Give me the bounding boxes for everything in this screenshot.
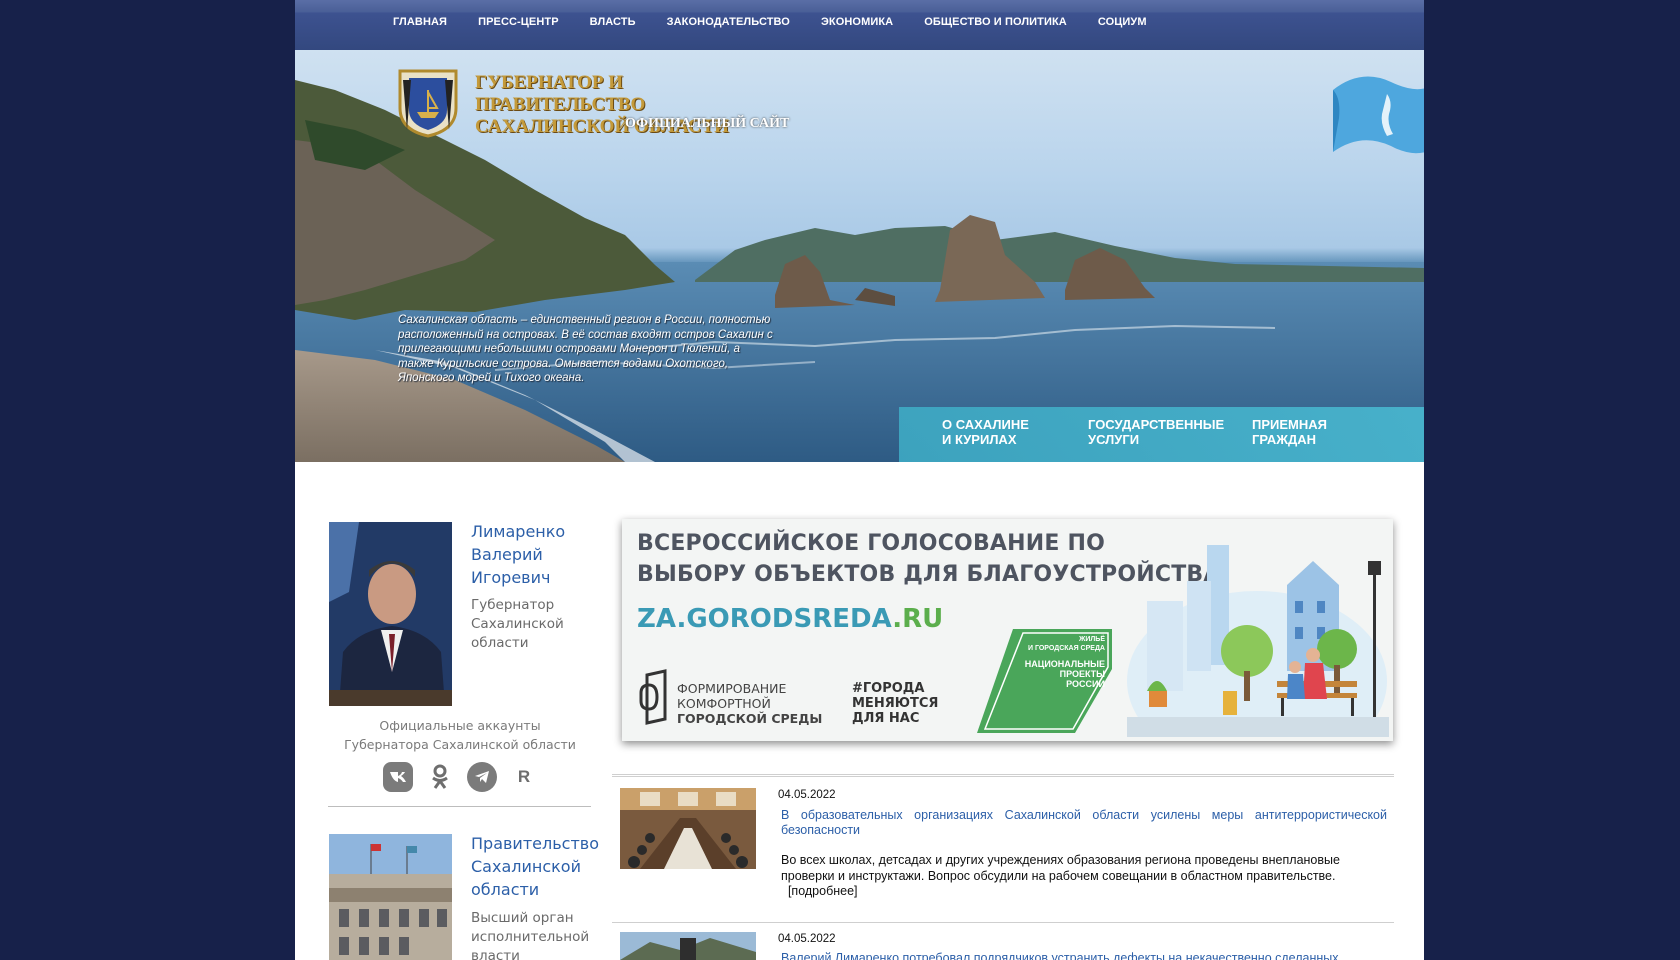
news-title-link[interactable]: Валерий Лимаренко потребовал подрядчиков…	[781, 951, 1387, 960]
banner-hashtag-line: #ГОРОДА	[852, 681, 925, 696]
badge-main-line: НАЦИОНАЛЬНЫЕ	[1024, 659, 1105, 669]
badge-top-line: ЖИЛЬЁ	[1079, 636, 1105, 643]
region-description: Сахалинская область – единственный регио…	[398, 314, 773, 384]
link-label: УСЛУГИ	[1088, 432, 1140, 447]
banner-url: ZA.GORODSREDA.RU	[637, 604, 943, 634]
link-label: ГРАЖДАН	[1252, 432, 1317, 447]
government-desc-line: исполнительной	[471, 929, 590, 945]
divider	[328, 806, 591, 807]
governor-name-line: Игоревич	[471, 568, 551, 587]
government-desc-line: Высший орган	[471, 910, 574, 926]
nav-item-economy[interactable]: ЭКОНОМИКА	[821, 16, 893, 28]
banner-url-main: ZA.GORODSREDA	[637, 604, 893, 634]
news-date: 04.05.2022	[778, 789, 836, 801]
nav-item-home[interactable]: ГЛАВНАЯ	[393, 16, 447, 28]
rutube-icon[interactable]: R	[509, 762, 539, 792]
coast-landscape-image	[295, 80, 1424, 462]
official-site-label: ОФИЦИАЛЬНЫЙ САЙТ	[625, 116, 790, 131]
link-label: О САХАЛИНЕ	[942, 417, 1029, 432]
banner-hashtag-line: МЕНЯЮТСЯ	[852, 696, 939, 711]
national-projects-badge: ЖИЛЬЁ И ГОРОДСКАЯ СРЕДА НАЦИОНАЛЬНЫЕ ПРО…	[977, 629, 1112, 733]
top-navigation: ГЛАВНАЯ ПРЕСС-ЦЕНТР ВЛАСТЬ ЗАКОНОДАТЕЛЬС…	[295, 0, 1424, 50]
badge-main-line: РОССИИ	[1066, 679, 1105, 689]
page: ГЛАВНАЯ ПРЕСС-ЦЕНТР ВЛАСТЬ ЗАКОНОДАТЕЛЬС…	[295, 0, 1424, 960]
city-environment-voting-banner[interactable]: ВСЕРОССИЙСКОЕ ГОЛОСОВАНИЕ ПО ВЫБОРУ ОБЪЕ…	[622, 519, 1393, 741]
link-label: И КУРИЛАХ	[942, 432, 1017, 447]
site-title-line: ПРАВИТЕЛЬСТВО	[475, 94, 646, 115]
nav-item-society-politics[interactable]: ОБЩЕСТВО И ПОЛИТИКА	[924, 16, 1067, 28]
news-separator	[612, 774, 1394, 777]
news-thumbnail[interactable]	[620, 788, 756, 869]
read-more-link[interactable]: [подробнее]	[788, 884, 858, 898]
badge-main-line: ПРОЕКТЫ	[1059, 669, 1105, 679]
government-name-line: области	[471, 880, 540, 899]
badge-top-line: И ГОРОДСКАЯ СРЕДА	[1027, 645, 1105, 652]
governor-role: Губернатор Сахалинской области	[471, 596, 564, 653]
link-public-services[interactable]: ГОСУДАРСТВЕННЫЕ УСЛУГИ	[1088, 417, 1224, 447]
news-date: 04.05.2022	[778, 933, 836, 945]
banner-program-line: ГОРОДСКОЙ СРЕДЫ	[677, 711, 823, 726]
accounts-line: Губернатора Сахалинской области	[344, 737, 576, 752]
government-building-photo[interactable]	[329, 834, 452, 960]
hero-quick-links: О САХАЛИНЕ И КУРИЛАХ ГОСУДАРСТВЕННЫЕ УСЛ…	[899, 407, 1424, 462]
governor-photo[interactable]	[329, 522, 452, 706]
ok-icon[interactable]	[425, 762, 455, 792]
site-title-line: ГУБЕРНАТОР И	[475, 72, 624, 93]
link-citizens-reception[interactable]: ПРИЕМНАЯ ГРАЖДАН	[1252, 417, 1327, 447]
nav-item-social[interactable]: СОЦИУМ	[1098, 16, 1147, 28]
governor-name-link[interactable]: Лимаренко Валерий Игоревич	[471, 520, 565, 589]
governor-name-line: Лимаренко	[471, 522, 566, 541]
telegram-icon[interactable]	[467, 762, 497, 792]
governor-role-line: Губернатор	[471, 597, 555, 613]
banner-program-line: КОМФОРТНОЙ	[677, 696, 771, 711]
banner-url-tld: .RU	[892, 604, 944, 634]
coat-of-arms-logo[interactable]	[395, 68, 461, 138]
hero-banner: ГУБЕРНАТОР И ПРАВИТЕЛЬСТВО САХАЛИНСКОЙ О…	[295, 50, 1424, 462]
banner-hashtag: #ГОРОДА МЕНЯЮТСЯ ДЛЯ НАС	[852, 681, 938, 726]
governor-role-line: Сахалинской	[471, 616, 564, 632]
park-illustration	[1127, 545, 1389, 737]
banner-hashtag-line: ДЛЯ НАС	[852, 711, 920, 726]
accounts-line: Официальные аккаунты	[379, 718, 541, 733]
social-links: R	[383, 762, 539, 792]
news-separator	[612, 922, 1394, 923]
government-desc-line: власти	[471, 948, 520, 960]
nav-item-press-center[interactable]: ПРЕСС-ЦЕНТР	[478, 16, 559, 28]
nav-item-authority[interactable]: ВЛАСТЬ	[590, 16, 636, 28]
link-label: ПРИЕМНАЯ	[1252, 417, 1327, 432]
banner-program-line: ФОРМИРОВАНИЕ	[677, 681, 787, 696]
link-label: ГОСУДАРСТВЕННЫЕ	[1088, 417, 1225, 432]
news-summary: Во всех школах, детсадах и других учрежд…	[781, 853, 1387, 900]
link-about-sakhalin[interactable]: О САХАЛИНЕ И КУРИЛАХ	[942, 417, 1029, 447]
comfortable-environment-logo-icon	[639, 669, 667, 725]
news-summary-text: Во всех школах, детсадах и других учрежд…	[781, 853, 1340, 883]
news-thumbnail[interactable]	[620, 932, 756, 960]
nav-item-legislation[interactable]: ЗАКОНОДАТЕЛЬСТВО	[667, 16, 790, 28]
vk-icon[interactable]	[383, 762, 413, 792]
governor-role-line: области	[471, 635, 529, 651]
banner-program-name: ФОРМИРОВАНИЕ КОМФОРТНОЙ ГОРОДСКОЙ СРЕДЫ	[677, 681, 822, 726]
official-accounts-caption: Официальные аккаунты Губернатора Сахалин…	[329, 716, 591, 754]
news-title-link[interactable]: В образовательных организациях Сахалинск…	[781, 808, 1387, 838]
regional-flag-icon	[1333, 76, 1424, 154]
government-name-line: Правительство	[471, 834, 599, 853]
government-name-line: Сахалинской	[471, 857, 581, 876]
government-description: Высший орган исполнительной власти	[471, 909, 589, 960]
government-name-link[interactable]: Правительство Сахалинской области	[471, 832, 599, 901]
governor-name-line: Валерий	[471, 545, 543, 564]
